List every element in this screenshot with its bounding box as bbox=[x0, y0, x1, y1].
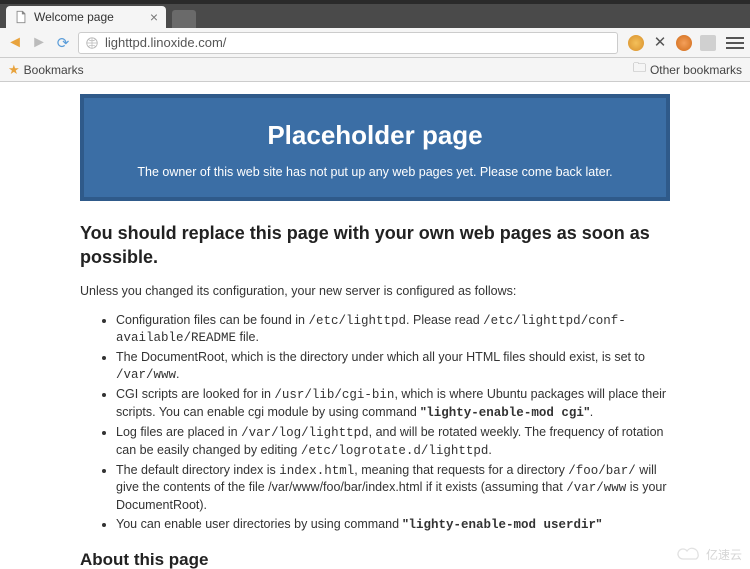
extension-icons: ✕ bbox=[624, 35, 720, 51]
page-icon bbox=[14, 10, 28, 24]
banner-title: Placeholder page bbox=[94, 120, 656, 151]
page-viewport[interactable]: Placeholder page The owner of this web s… bbox=[0, 82, 750, 569]
banner-subtitle: The owner of this web site has not put u… bbox=[94, 165, 656, 179]
tab-strip: Welcome page × bbox=[0, 4, 750, 28]
close-tab-icon[interactable]: × bbox=[150, 10, 158, 24]
site-info-icon bbox=[85, 36, 99, 50]
star-icon: ★ bbox=[8, 62, 20, 78]
url-text: lighttpd.linoxide.com/ bbox=[105, 35, 226, 50]
other-bookmarks-label: Other bookmarks bbox=[650, 63, 742, 77]
browser-tab[interactable]: Welcome page × bbox=[6, 6, 166, 28]
watermark: 亿速云 bbox=[676, 546, 742, 563]
extension-icon[interactable]: ✕ bbox=[652, 35, 668, 51]
other-bookmarks-button[interactable]: 🗀 Other bookmarks bbox=[633, 59, 742, 81]
list-item: You can enable user directories by using… bbox=[116, 516, 670, 534]
list-item: Configuration files can be found in /etc… bbox=[116, 312, 670, 348]
bookmarks-label: Bookmarks bbox=[24, 63, 84, 77]
list-item: Log files are placed in /var/log/lighttp… bbox=[116, 424, 670, 460]
chrome-menu-button[interactable] bbox=[726, 37, 744, 49]
list-item: The DocumentRoot, which is the directory… bbox=[116, 349, 670, 384]
about-heading: About this page bbox=[80, 550, 670, 569]
config-list: Configuration files can be found in /etc… bbox=[80, 312, 670, 535]
extension-icon[interactable] bbox=[628, 35, 644, 51]
forward-button[interactable]: ► bbox=[30, 34, 48, 52]
intro-text: Unless you changed its configuration, yo… bbox=[80, 284, 670, 298]
toolbar: ◄ ► ⟳ lighttpd.linoxide.com/ ✕ bbox=[0, 28, 750, 58]
address-bar[interactable]: lighttpd.linoxide.com/ bbox=[78, 32, 618, 54]
bookmarks-bar: ★ Bookmarks 🗀 Other bookmarks bbox=[0, 58, 750, 82]
extension-icon[interactable] bbox=[700, 35, 716, 51]
list-item: CGI scripts are looked for in /usr/lib/c… bbox=[116, 386, 670, 422]
bookmarks-button[interactable]: ★ Bookmarks bbox=[8, 62, 84, 78]
placeholder-banner: Placeholder page The owner of this web s… bbox=[80, 94, 670, 201]
folder-icon: 🗀 bbox=[633, 59, 646, 81]
new-tab-button[interactable] bbox=[172, 10, 196, 28]
extension-icon[interactable] bbox=[676, 35, 692, 51]
page-heading: You should replace this page with your o… bbox=[80, 221, 670, 270]
back-button[interactable]: ◄ bbox=[6, 34, 24, 52]
reload-button[interactable]: ⟳ bbox=[54, 34, 72, 52]
tab-title: Welcome page bbox=[34, 10, 114, 24]
list-item: The default directory index is index.htm… bbox=[116, 462, 670, 515]
